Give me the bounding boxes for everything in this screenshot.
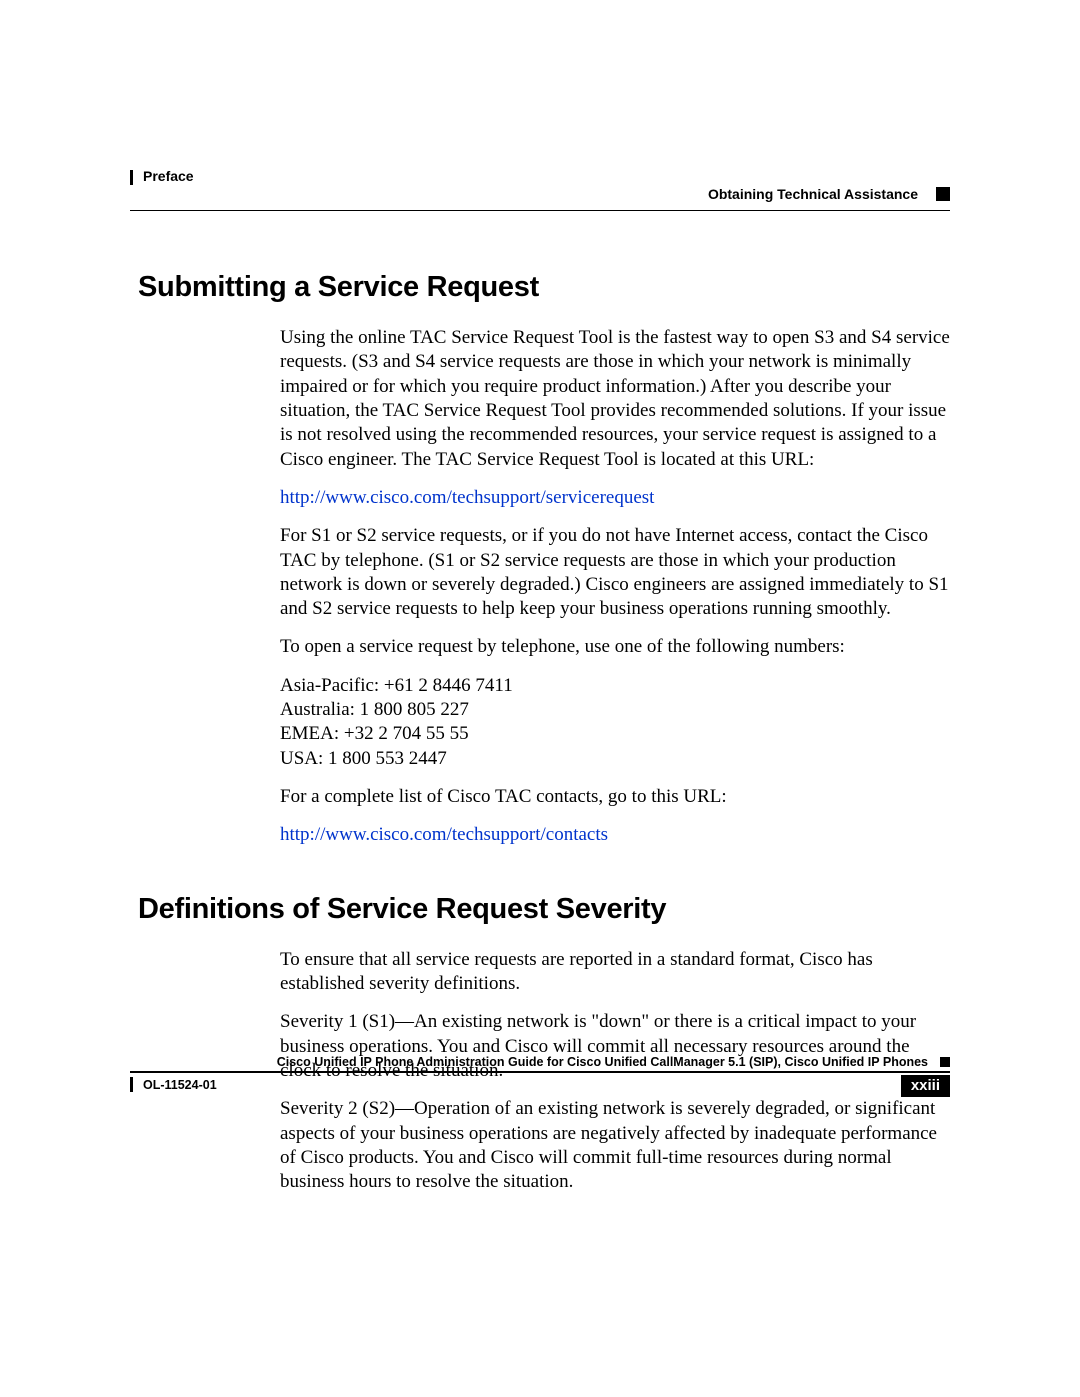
phone-au: Australia: 1 800 805 227 (280, 698, 950, 722)
footer-marker-icon (940, 1057, 950, 1067)
content: Submitting a Service Request Using the o… (130, 211, 950, 1194)
para: To open a service request by telephone, … (280, 635, 950, 659)
header-chapter: Preface (143, 168, 194, 184)
link-contacts[interactable]: http://www.cisco.com/techsupport/contact… (280, 823, 950, 847)
header-bar-icon (130, 170, 133, 185)
page-footer: Cisco Unified IP Phone Administration Gu… (130, 1055, 950, 1099)
header-section: Obtaining Technical Assistance (708, 186, 918, 202)
header-marker-icon (936, 187, 950, 201)
heading-submitting: Submitting a Service Request (138, 271, 950, 304)
footer-left: OL-11524-01 (130, 1075, 217, 1092)
footer-doc-id: OL-11524-01 (143, 1075, 217, 1092)
link-servicerequest[interactable]: http://www.cisco.com/techsupport/service… (280, 486, 950, 510)
footer-bottom: OL-11524-01 xxiii (130, 1075, 950, 1099)
section2: Definitions of Service Request Severity … (130, 893, 950, 1195)
page-number: xxiii (901, 1075, 950, 1097)
header-left: Preface (130, 168, 194, 185)
footer-rule (130, 1071, 950, 1073)
page: Preface Obtaining Technical Assistance S… (0, 0, 1080, 1397)
para: To ensure that all service requests are … (280, 948, 950, 997)
section1-body: Using the online TAC Service Request Too… (280, 326, 950, 848)
para: Using the online TAC Service Request Too… (280, 326, 950, 472)
para: For a complete list of Cisco TAC contact… (280, 785, 950, 809)
header-right: Obtaining Technical Assistance (708, 186, 950, 202)
phone-emea: EMEA: +32 2 704 55 55 (280, 722, 950, 746)
footer-guide-title: Cisco Unified IP Phone Administration Gu… (277, 1055, 928, 1069)
heading-definitions: Definitions of Service Request Severity (138, 893, 950, 926)
phone-ap: Asia-Pacific: +61 2 8446 7411 (280, 674, 950, 698)
page-header: Preface Obtaining Technical Assistance (130, 168, 950, 208)
phone-list: Asia-Pacific: +61 2 8446 7411 Australia:… (280, 674, 950, 771)
para: For S1 or S2 service requests, or if you… (280, 524, 950, 621)
para: Severity 2 (S2)—Operation of an existing… (280, 1097, 950, 1194)
phone-usa: USA: 1 800 553 2447 (280, 747, 950, 771)
footer-bar-icon (130, 1077, 133, 1092)
footer-title-row: Cisco Unified IP Phone Administration Gu… (130, 1055, 950, 1069)
